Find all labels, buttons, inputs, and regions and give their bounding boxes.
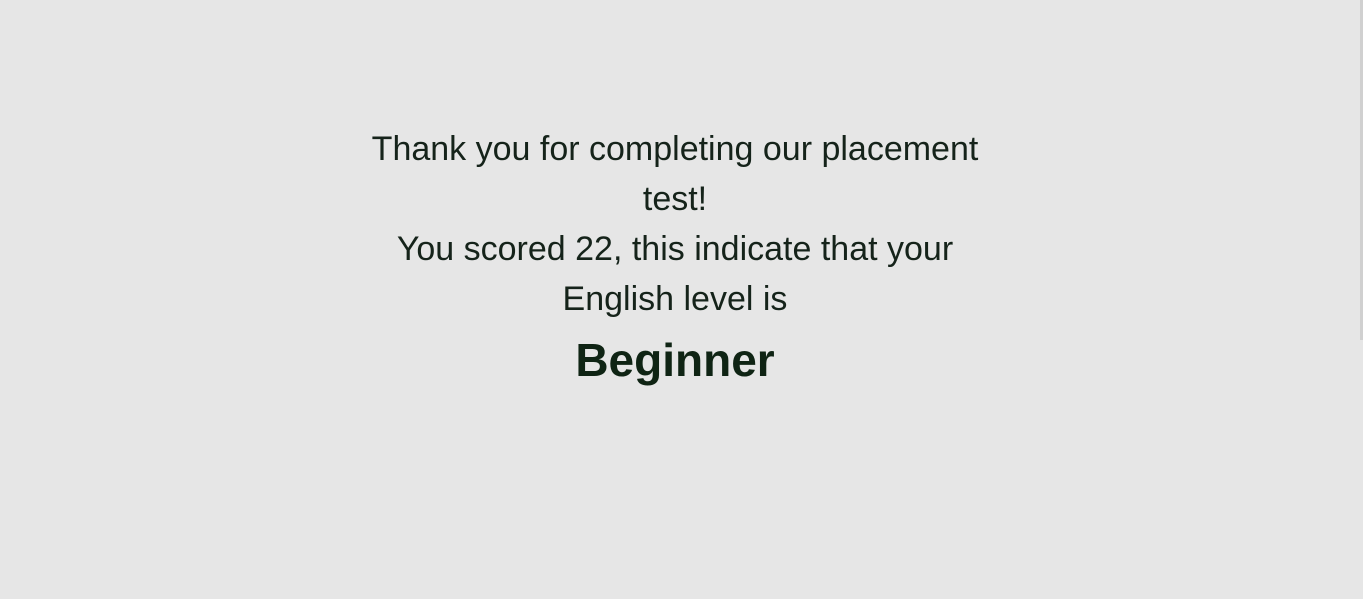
score-message: You scored 22, this indicate that your E… [396,230,954,318]
result-panel: Thank you for completing our placement t… [330,124,1020,388]
thank-you-message: Thank you for completing our placement t… [371,130,979,218]
english-level-result: Beginner [575,334,775,386]
placement-result-page: Thank you for completing our placement t… [0,0,1363,599]
